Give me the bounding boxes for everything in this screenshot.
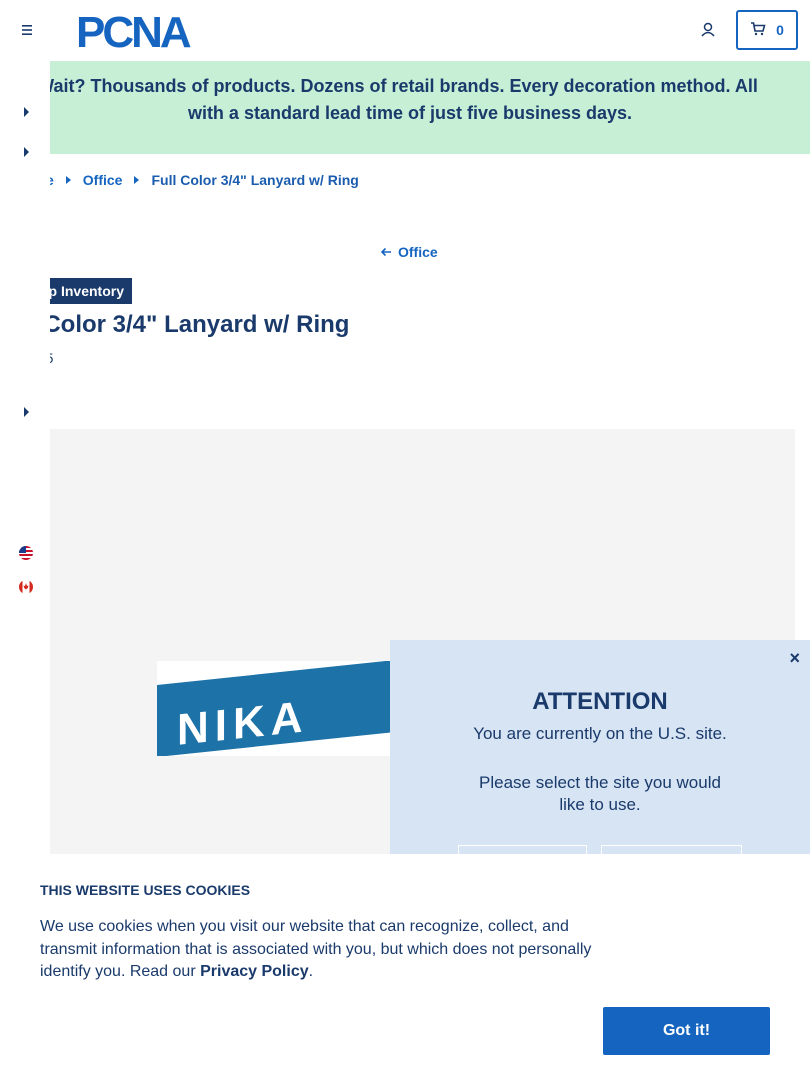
cookie-body: We use cookies when you visit our websit… [40, 918, 592, 980]
back-link-label: Office [398, 244, 438, 260]
cookie-period: . [308, 963, 314, 980]
breadcrumb-office[interactable]: Office [83, 172, 123, 188]
cart-icon [750, 21, 766, 39]
modal-title: ATTENTION [532, 688, 668, 715]
product-title: l Color 3/4" Lanyard w/ Ring [30, 311, 350, 338]
caret-right-icon [134, 176, 140, 184]
canada-flag-icon[interactable] [19, 580, 33, 594]
privacy-policy-link[interactable]: Privacy Policy [200, 963, 309, 980]
caret-right-icon [65, 176, 71, 184]
site-select-modal: × ATTENTION You are currently on the U.S… [390, 640, 810, 885]
cart-button[interactable]: 0 [736, 10, 798, 50]
site-header: PCNA 0 [0, 0, 810, 61]
accept-cookies-button[interactable]: Got it! [603, 1007, 770, 1055]
modal-current-site-text: You are currently on the U.S. site. [473, 724, 727, 743]
cookie-banner: THIS WEBSITE USES COOKIES We use cookies… [0, 854, 810, 1080]
svg-text:PCNA: PCNA [76, 11, 191, 51]
cookie-text: We use cookies when you visit our websit… [40, 916, 600, 984]
hamburger-menu-icon[interactable] [18, 20, 38, 40]
promo-line-1: y Wait? Thousands of products. Dozens of… [22, 76, 758, 96]
caret-right-icon[interactable] [24, 407, 29, 417]
cart-count: 0 [776, 22, 784, 38]
modal-select-text-1: Please select the site you would [479, 773, 721, 792]
caret-right-icon[interactable] [24, 107, 29, 117]
back-to-office-link[interactable]: Office [380, 244, 438, 260]
breadcrumb-current: Full Color 3/4" Lanyard w/ Ring [151, 172, 359, 188]
caret-right-icon[interactable] [24, 147, 29, 157]
page: PCNA 0 y Wait? Thousands of products. Do… [0, 0, 810, 1080]
breadcrumb: e Office Full Color 3/4" Lanyard w/ Ring [0, 172, 359, 188]
pcna-logo[interactable]: PCNA [76, 8, 226, 57]
arrow-left-icon [380, 244, 392, 260]
close-icon[interactable]: × [789, 648, 800, 669]
us-flag-icon[interactable] [19, 546, 33, 560]
cookie-title: THIS WEBSITE USES COOKIES [40, 882, 251, 898]
modal-select-text-2: like to use. [559, 795, 641, 814]
account-icon[interactable] [698, 20, 718, 40]
promo-line-2: with a standard lead time of just five b… [187, 103, 633, 123]
promo-banner: y Wait? Thousands of products. Dozens of… [0, 61, 810, 154]
